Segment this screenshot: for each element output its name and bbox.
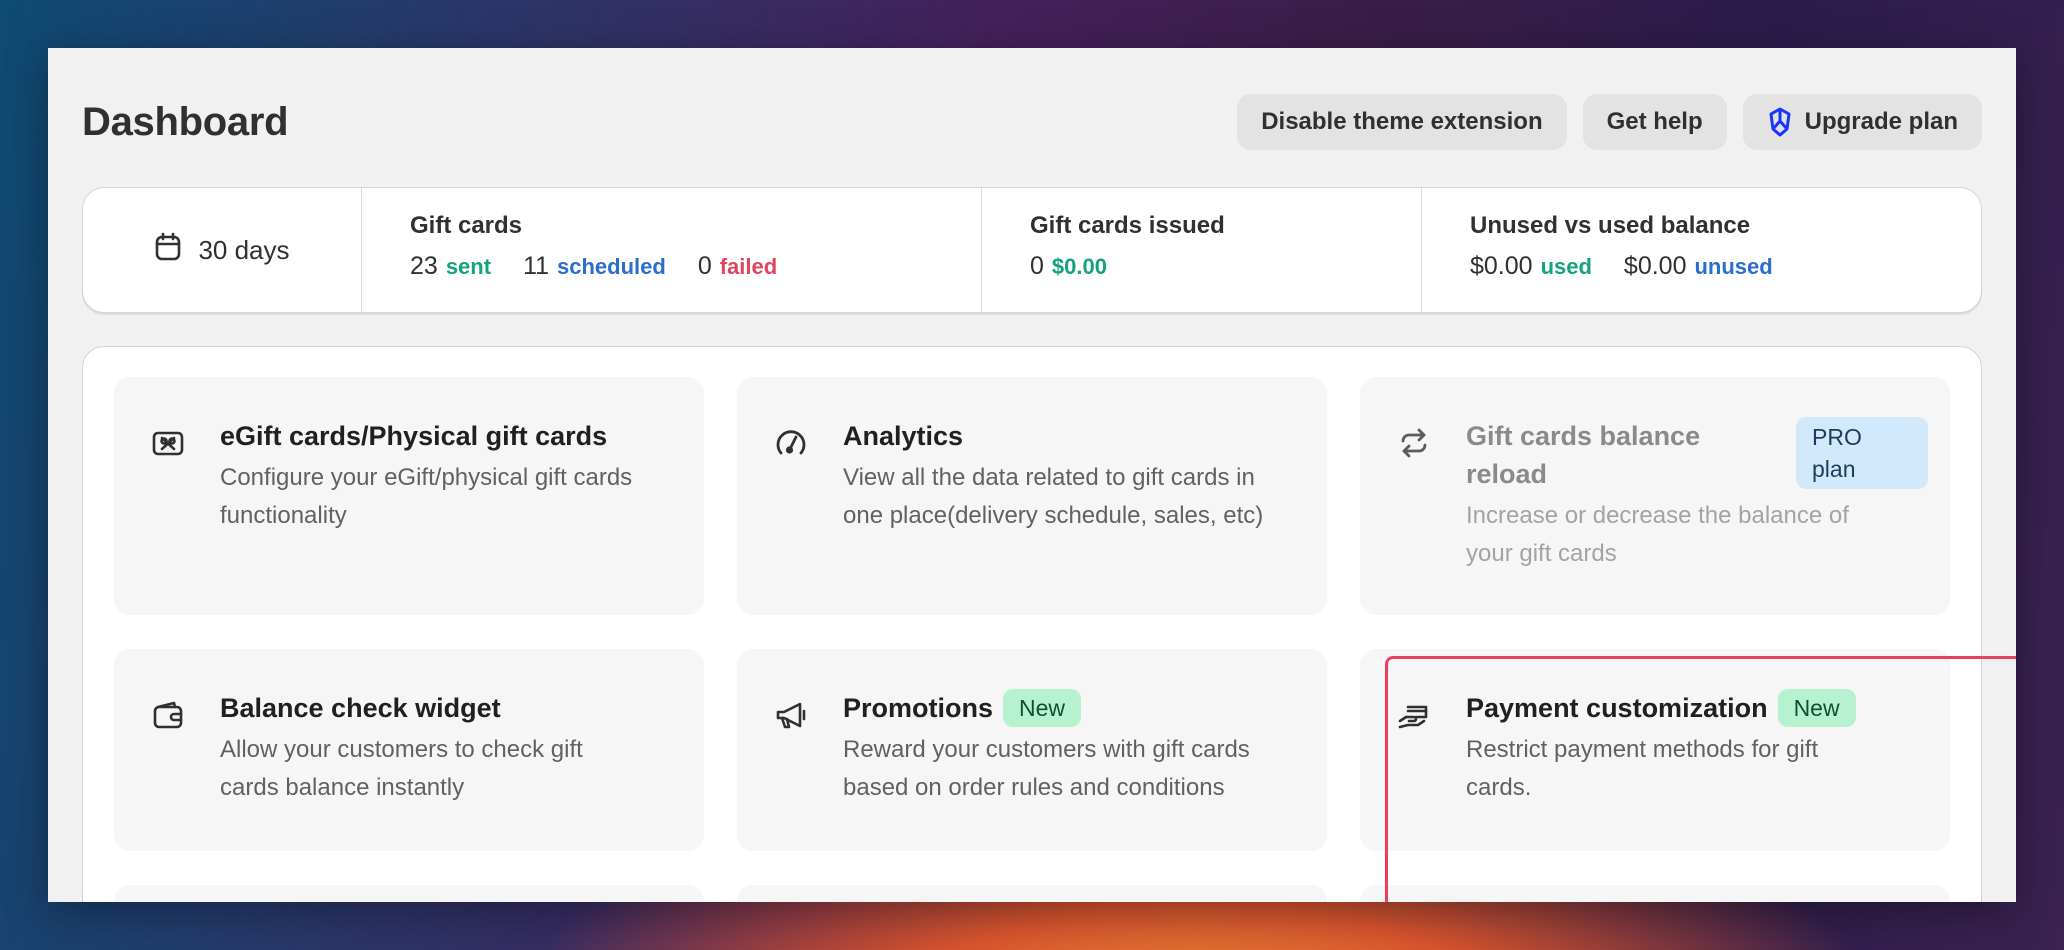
card-title: Gift cards balance reload xyxy=(1466,417,1766,493)
card-balance-reload: Gift cards balance reload PRO plan Incre… xyxy=(1360,377,1950,615)
stat-label: Gift cards xyxy=(410,212,523,239)
calendar-icon xyxy=(154,232,182,269)
gift-card-icon xyxy=(150,425,186,461)
header-actions: Disable theme extension Get help Upgrade… xyxy=(1237,94,1982,150)
card-egift-cards[interactable]: eGift cards/Physical gift cards Configur… xyxy=(114,377,704,615)
card-description-line: cards. xyxy=(1466,774,1532,801)
date-range-label: 30 days xyxy=(198,234,290,265)
badge-line: PRO xyxy=(1812,424,1862,450)
card-description-line: Allow your customers to check gift xyxy=(220,736,583,763)
scheduled-label: scheduled xyxy=(557,254,666,279)
card-title-line: reload xyxy=(1466,459,1548,489)
card-description: Restrict payment methods for gift cards. xyxy=(1466,731,1914,807)
date-range-selector[interactable]: 30 days xyxy=(83,188,362,312)
page-title: Dashboard xyxy=(82,100,289,144)
stat-label: Gift cards issued xyxy=(1030,212,1225,239)
unused-label: unused xyxy=(1694,254,1773,279)
card-promotions[interactable]: Promotions New Reward your customers wit… xyxy=(737,649,1327,851)
issued-count: 0 xyxy=(1030,252,1044,280)
card-balance-check-widget[interactable]: Balance check widget Allow your customer… xyxy=(114,649,704,851)
upgrade-plan-label: Upgrade plan xyxy=(1804,108,1958,135)
card-title: Payment customization New xyxy=(1466,689,1914,727)
card-description-line: functionality xyxy=(220,502,347,529)
hand-card-icon xyxy=(1396,697,1432,733)
card-title-text: Payment customization xyxy=(1466,693,1768,723)
card-description: Allow your customers to check gift cards… xyxy=(220,731,668,807)
card-title-text: Promotions xyxy=(843,693,994,723)
card-next-row[interactable] xyxy=(737,885,1327,902)
refresh-icon xyxy=(1396,425,1432,461)
stat-balance: Unused vs used balance $0.00 used $0.00 … xyxy=(1422,188,1980,312)
stats-bar: 30 days Gift cards 23 sent 11 scheduled … xyxy=(82,187,1982,313)
card-payment-customization[interactable]: Payment customization New Restrict payme… xyxy=(1360,649,1950,851)
card-description: Configure your eGift/physical gift cards… xyxy=(220,459,668,535)
sent-label: sent xyxy=(445,254,492,279)
card-title: Promotions New xyxy=(843,689,1291,727)
disable-theme-extension-button[interactable]: Disable theme extension xyxy=(1237,94,1567,150)
sent-count: 23 xyxy=(410,252,438,280)
card-description-line: View all the data related to gift cards … xyxy=(843,464,1255,491)
card-description-line: Restrict payment methods for gift xyxy=(1466,736,1819,763)
upgrade-plan-button[interactable]: Upgrade plan xyxy=(1742,94,1982,150)
card-analytics[interactable]: Analytics View all the data related to g… xyxy=(737,377,1327,615)
card-description-line: one place(delivery schedule, sales, etc) xyxy=(843,502,1264,529)
gauge-icon xyxy=(773,425,809,461)
card-title-line: Gift cards balance xyxy=(1466,421,1701,451)
failed-count: 0 xyxy=(697,252,712,280)
card-title: Analytics xyxy=(843,421,964,451)
issued-amount: $0.00 xyxy=(1051,254,1107,279)
used-label: used xyxy=(1540,254,1592,279)
scheduled-count: 11 xyxy=(523,252,550,280)
new-badge: New xyxy=(1003,689,1082,727)
card-next-row[interactable] xyxy=(114,885,704,902)
stat-issued: Gift cards issued 0 $0.00 xyxy=(982,188,1422,312)
get-help-button[interactable]: Get help xyxy=(1582,94,1727,150)
card-description-line: Increase or decrease the balance of xyxy=(1466,502,1849,529)
new-badge: New xyxy=(1777,689,1856,727)
card-title: eGift cards/Physical gift cards xyxy=(220,421,608,451)
card-description-line: Reward your customers with gift cards xyxy=(843,736,1250,763)
card-description-line: cards balance instantly xyxy=(220,774,465,801)
features-panel: eGift cards/Physical gift cards Configur… xyxy=(82,346,1982,902)
used-amount: $0.00 xyxy=(1470,252,1533,280)
diamond-icon xyxy=(1767,107,1793,137)
card-description-line: Configure your eGift/physical gift cards xyxy=(220,464,633,491)
pro-plan-badge: PRO plan xyxy=(1796,417,1928,489)
card-description: View all the data related to gift cards … xyxy=(843,459,1291,535)
failed-label: failed xyxy=(719,254,778,279)
megaphone-icon xyxy=(773,697,809,733)
card-title: Balance check widget xyxy=(220,693,501,723)
wallet-icon xyxy=(150,697,186,733)
card-description: Reward your customers with gift cards ba… xyxy=(843,731,1291,807)
badge-line: plan xyxy=(1812,456,1856,482)
card-description-line: your gift cards xyxy=(1466,540,1617,567)
unused-amount: $0.00 xyxy=(1623,252,1687,280)
app-window: Dashboard Disable theme extension Get he… xyxy=(48,48,2016,902)
stat-label: Unused vs used balance xyxy=(1470,212,1751,239)
card-description-line: based on order rules and conditions xyxy=(843,774,1225,801)
card-next-row[interactable] xyxy=(1360,885,1950,902)
stat-gift-cards: Gift cards 23 sent 11 scheduled 0 failed xyxy=(362,188,982,312)
card-description: Increase or decrease the balance of your… xyxy=(1466,497,1914,573)
